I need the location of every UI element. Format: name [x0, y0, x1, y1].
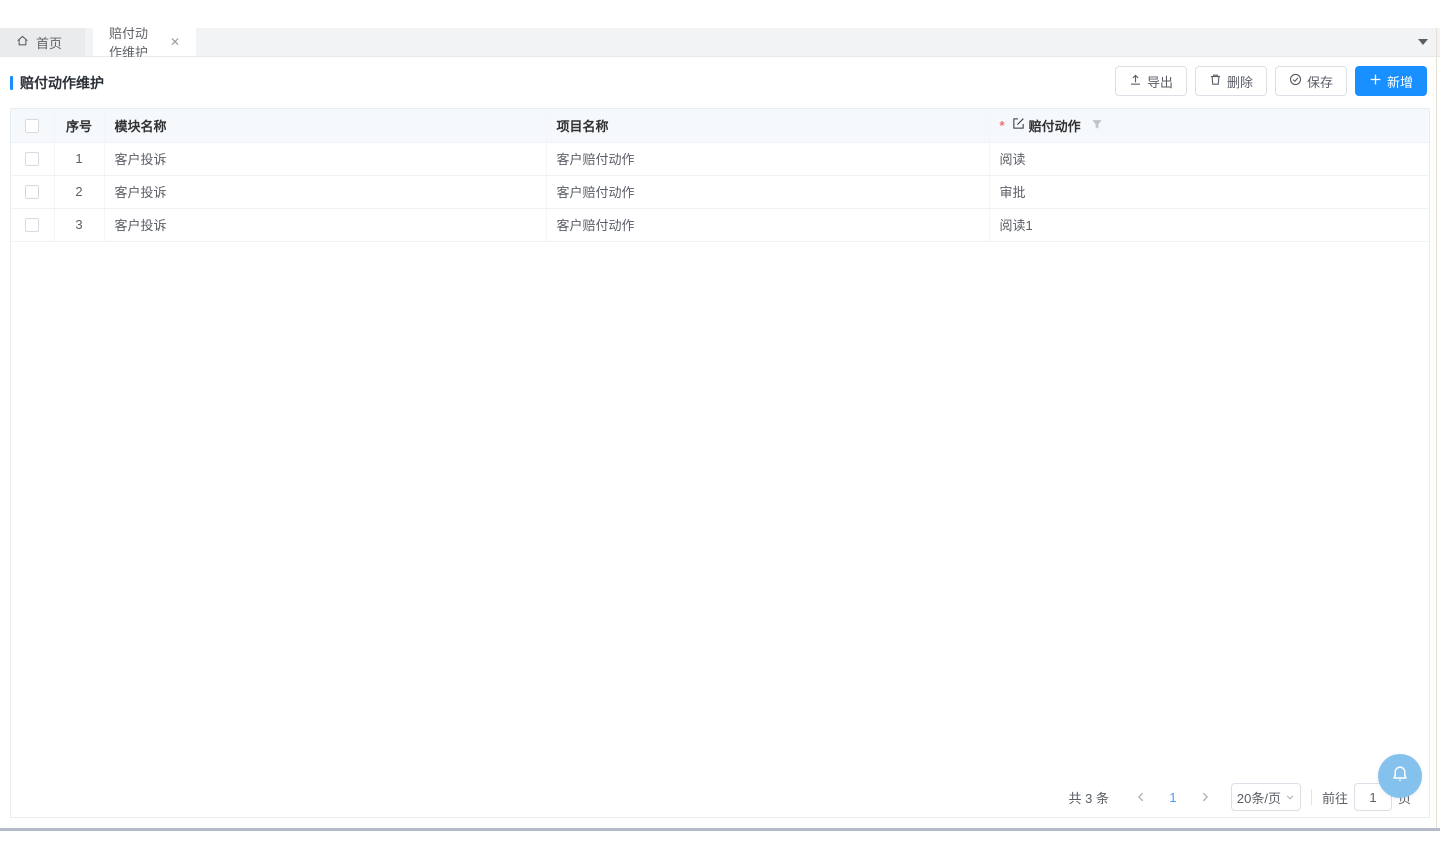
data-table-container: 序号 模块名称 项目名称 * 赔付动作	[10, 108, 1430, 818]
bottom-divider	[0, 828, 1440, 831]
funnel-icon[interactable]	[1091, 118, 1103, 133]
pagination: 共 3 条 1 20条/页	[1069, 783, 1412, 811]
cell-index: 1	[54, 142, 104, 175]
cell-action[interactable]: 审批	[989, 175, 1429, 208]
cell-action[interactable]: 阅读1	[989, 208, 1429, 241]
chevron-right-icon[interactable]	[1199, 791, 1211, 803]
cell-project: 客户赔付动作	[546, 208, 989, 241]
upload-icon	[1129, 73, 1142, 89]
notification-fab[interactable]	[1378, 754, 1422, 798]
column-header-module: 模块名称	[104, 109, 546, 142]
tab-active[interactable]: 赔付动作维护 ✕	[93, 28, 196, 56]
plus-icon	[1369, 73, 1382, 89]
app-window: 首页 赔付动作维护 ✕ 赔付动作维护 导出	[0, 0, 1440, 860]
column-header-action-label: 赔付动作	[1029, 116, 1081, 135]
data-table: 序号 模块名称 项目名称 * 赔付动作	[11, 109, 1429, 242]
table-row[interactable]: 2 客户投诉 客户赔付动作 审批	[11, 175, 1429, 208]
tab-active-label: 赔付动作维护	[109, 23, 155, 61]
window-right-edge	[1436, 28, 1437, 828]
tab-home[interactable]: 首页	[0, 28, 85, 56]
add-button-label: 新增	[1387, 72, 1413, 91]
column-header-action: * 赔付动作	[989, 109, 1429, 142]
edit-icon	[1012, 117, 1025, 133]
close-icon[interactable]: ✕	[170, 36, 180, 48]
pagination-total: 共 3 条	[1069, 788, 1109, 807]
page-size-value: 20条/页	[1237, 788, 1281, 807]
export-button[interactable]: 导出	[1115, 66, 1187, 96]
cell-project: 客户赔付动作	[546, 175, 989, 208]
title-accent-bar	[10, 76, 13, 90]
goto-label: 前往	[1322, 788, 1348, 807]
cell-action[interactable]: 阅读	[989, 142, 1429, 175]
table-row[interactable]: 1 客户投诉 客户赔付动作 阅读	[11, 142, 1429, 175]
export-button-label: 导出	[1147, 72, 1173, 91]
page-title: 赔付动作维护	[10, 73, 104, 93]
bell-icon	[1388, 762, 1412, 791]
tab-bar: 首页 赔付动作维护 ✕	[0, 28, 1440, 57]
select-all-checkbox[interactable]	[25, 119, 39, 133]
delete-button[interactable]: 删除	[1195, 66, 1267, 96]
caret-down-icon[interactable]	[1418, 39, 1428, 45]
chevron-left-icon[interactable]	[1135, 791, 1147, 803]
save-button-label: 保存	[1307, 72, 1333, 91]
check-circle-icon	[1289, 73, 1302, 89]
page-title-text: 赔付动作维护	[20, 73, 104, 93]
save-button[interactable]: 保存	[1275, 66, 1347, 96]
required-mark: *	[1000, 118, 1005, 133]
delete-button-label: 删除	[1227, 72, 1253, 91]
row-checkbox[interactable]	[25, 218, 39, 232]
add-button[interactable]: 新增	[1355, 66, 1427, 96]
toolbar: 导出 删除 保存	[1115, 66, 1427, 96]
cell-module: 客户投诉	[104, 142, 546, 175]
cell-module: 客户投诉	[104, 175, 546, 208]
cell-module: 客户投诉	[104, 208, 546, 241]
row-checkbox[interactable]	[25, 185, 39, 199]
home-icon	[16, 34, 29, 50]
pagination-divider	[1311, 789, 1312, 805]
cell-project: 客户赔付动作	[546, 142, 989, 175]
page-number-1[interactable]: 1	[1163, 790, 1183, 805]
table-row[interactable]: 3 客户投诉 客户赔付动作 阅读1	[11, 208, 1429, 241]
page-header: 赔付动作维护 导出 删除	[0, 57, 1440, 107]
tab-home-label: 首页	[36, 33, 62, 52]
page-size-select[interactable]: 20条/页	[1231, 783, 1301, 811]
column-header-project: 项目名称	[546, 109, 989, 142]
chevron-down-icon	[1285, 790, 1295, 805]
cell-index: 2	[54, 175, 104, 208]
trash-icon	[1209, 73, 1222, 89]
column-header-index: 序号	[54, 109, 104, 142]
table-header-row: 序号 模块名称 项目名称 * 赔付动作	[11, 109, 1429, 142]
cell-index: 3	[54, 208, 104, 241]
row-checkbox[interactable]	[25, 152, 39, 166]
